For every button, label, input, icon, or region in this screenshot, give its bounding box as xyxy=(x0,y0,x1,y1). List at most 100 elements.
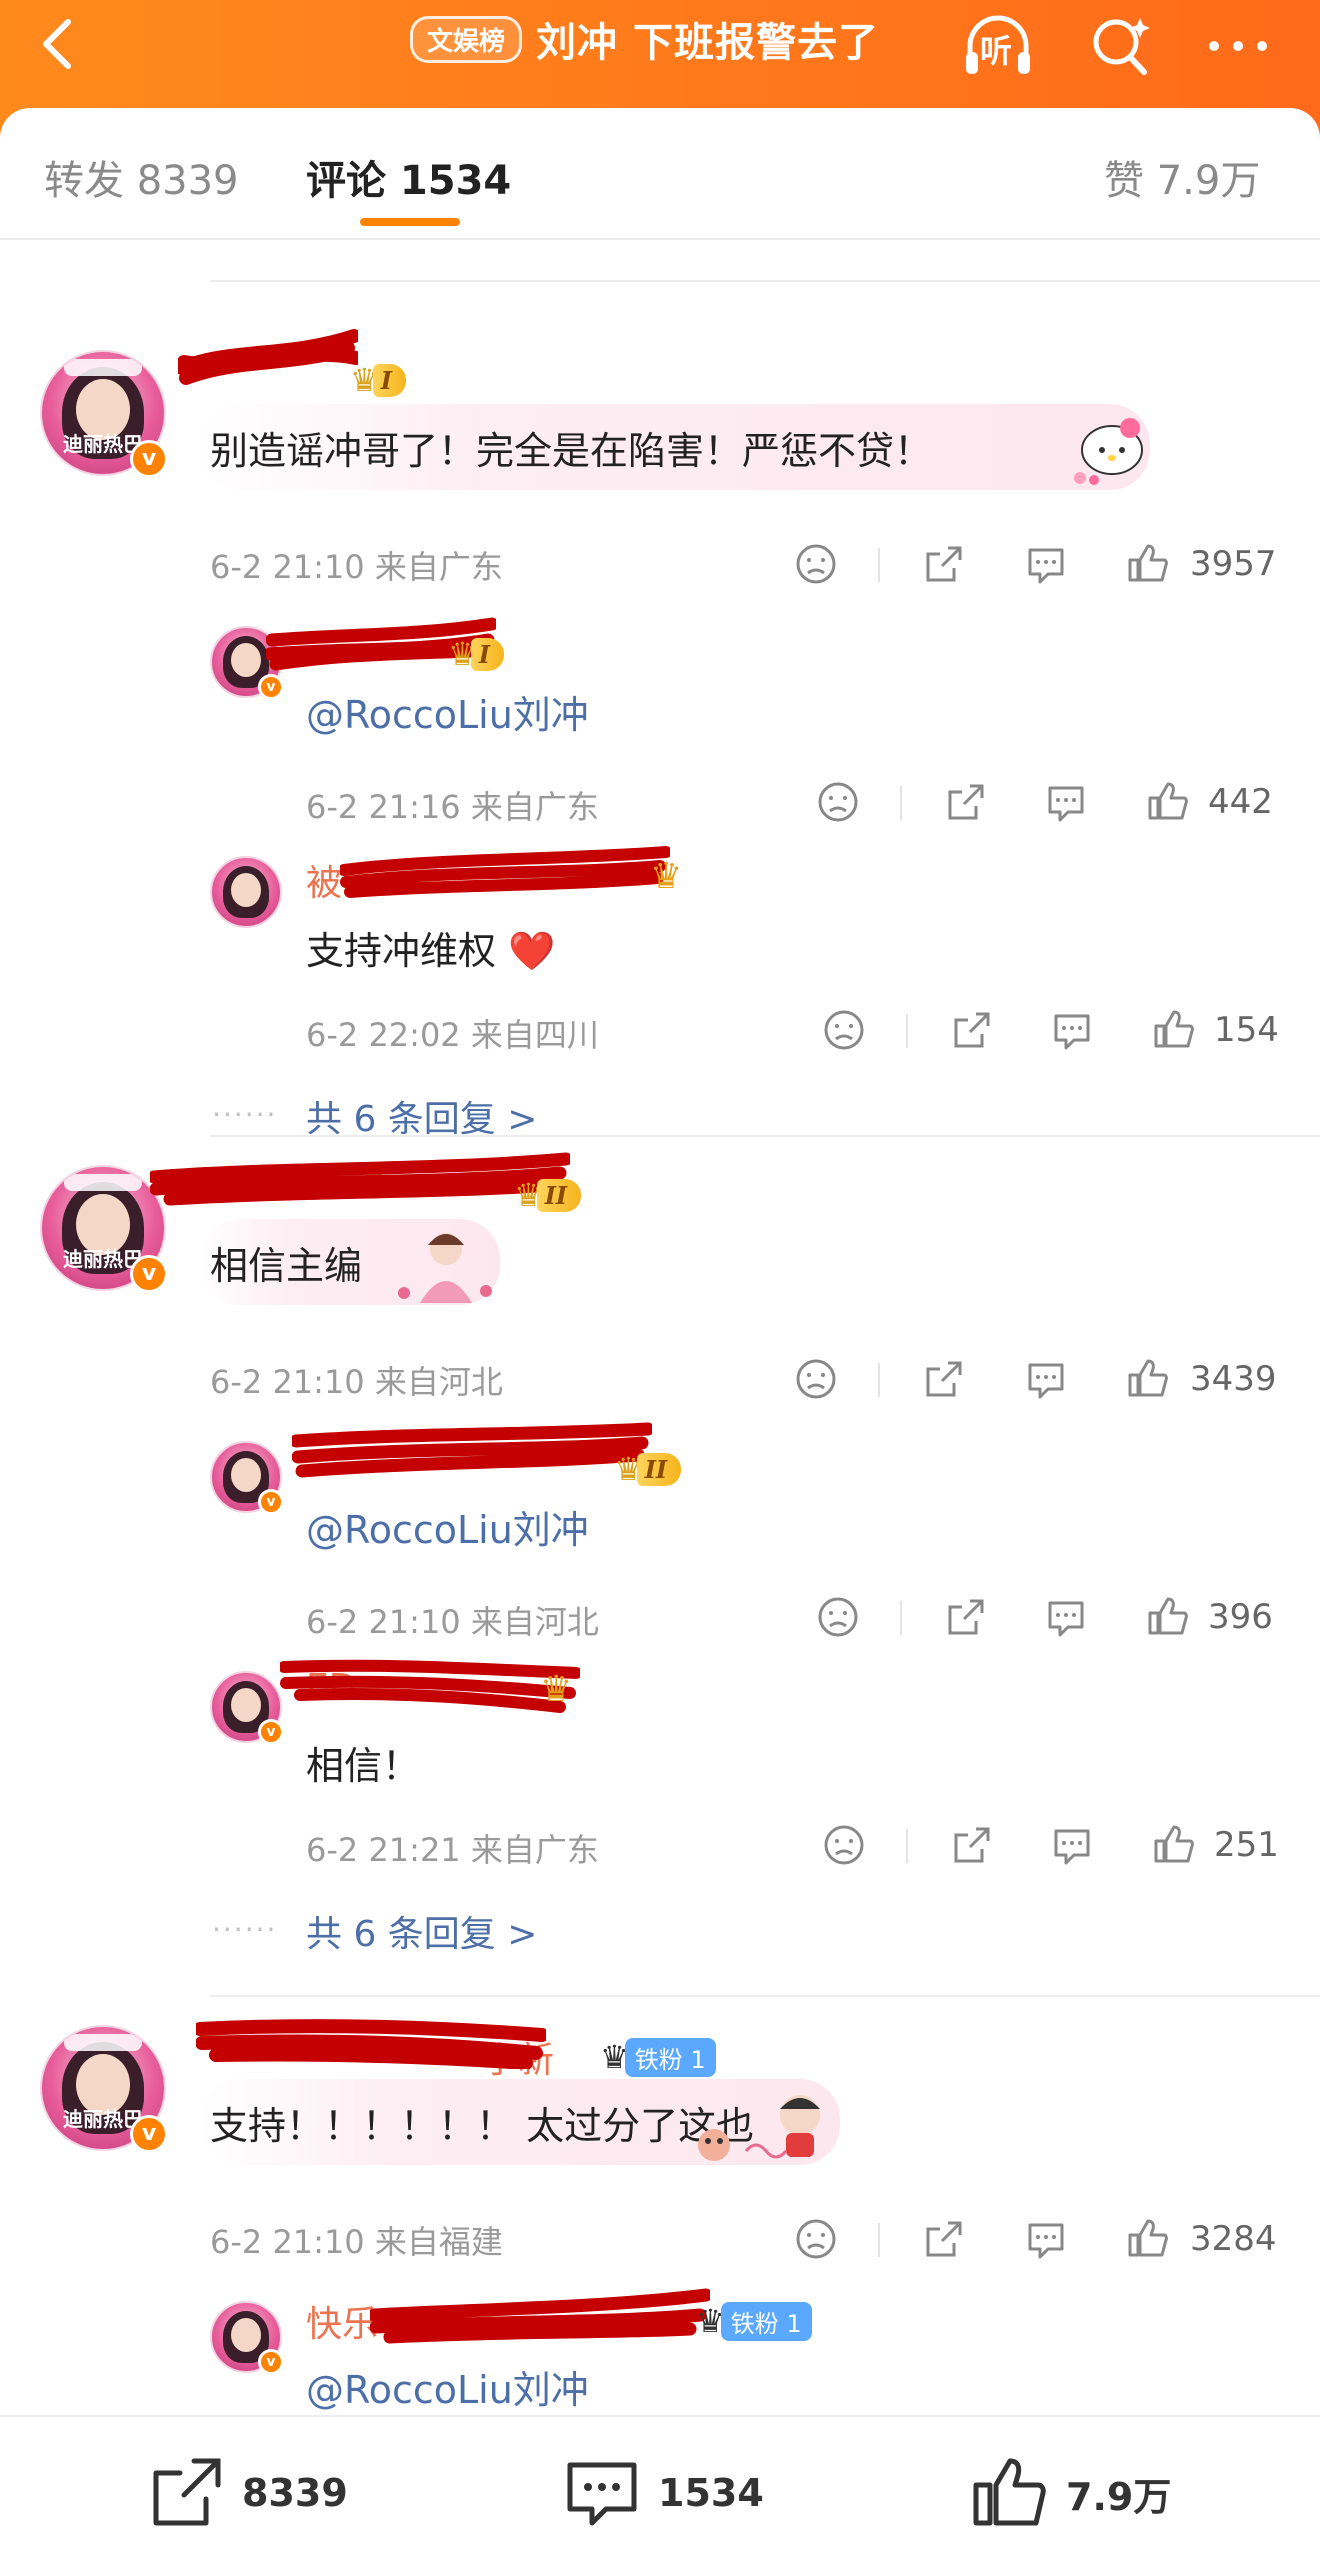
redacted-username[interactable] xyxy=(196,2009,546,2069)
share-icon[interactable] xyxy=(950,1823,994,1867)
redacted-username[interactable] xyxy=(292,1421,652,1481)
like-icon[interactable] xyxy=(1152,1823,1196,1867)
member-badge: ♛ I xyxy=(350,358,406,402)
action-separator xyxy=(900,1601,902,1635)
repost-button[interactable]: 8339 xyxy=(146,2453,348,2533)
like-icon[interactable] xyxy=(1126,1357,1170,1401)
action-separator xyxy=(878,1363,880,1397)
reply-actions: 154 xyxy=(822,1008,1302,1058)
avatar-face xyxy=(231,872,261,907)
dots-separator: ······ xyxy=(212,1098,278,1131)
redacted-username[interactable] xyxy=(150,1149,570,1209)
action-separator xyxy=(900,786,902,820)
like-icon[interactable] xyxy=(1146,780,1190,824)
share-icon[interactable] xyxy=(922,1357,966,1401)
verified-badge: v xyxy=(130,2115,168,2153)
reply-icon[interactable] xyxy=(1044,780,1088,824)
avatar-face xyxy=(231,1457,261,1492)
crown-badge-icon: ♛ xyxy=(650,856,683,897)
avatar-flowers xyxy=(63,359,143,377)
comment-actions: 3284 xyxy=(790,2217,1290,2267)
redacted-username[interactable] xyxy=(340,844,670,904)
reply-icon[interactable] xyxy=(1024,542,1068,586)
reply-icon[interactable] xyxy=(1024,2217,1068,2261)
redacted-username[interactable] xyxy=(370,2285,710,2345)
dislike-face-icon[interactable] xyxy=(816,1595,860,1639)
reply-icon[interactable] xyxy=(1024,1357,1068,1401)
search-icon[interactable] xyxy=(1082,12,1158,78)
share-icon[interactable] xyxy=(944,1595,988,1639)
comment-item[interactable]: 迪丽热巴 v ♛ II 相信主编 6-2 21:10 来自河北 3439 v ♛… xyxy=(0,1135,1320,1995)
dislike-face-icon[interactable] xyxy=(816,780,860,824)
comment-list[interactable]: 迪丽热巴 v ♛ I 别造谣冲哥了！完全是在陷害！严惩不贷！ 6-2 21:10… xyxy=(0,240,1320,2415)
verified-badge: v xyxy=(258,2349,284,2375)
comment-item[interactable]: 迪丽热巴 v 小新 ♛ 铁粉 1 支持！！！！！！ 太过分了这也 6-2 21:… xyxy=(0,1995,1320,2415)
like-icon[interactable] xyxy=(1152,1008,1196,1052)
verified-badge: v xyxy=(130,440,168,478)
verified-badge: v xyxy=(258,1489,284,1515)
like-icon[interactable] xyxy=(1126,542,1170,586)
princess-sticker-icon xyxy=(398,1233,492,1303)
redacted-username[interactable] xyxy=(280,1655,580,1715)
reply-actions: 396 xyxy=(816,1595,1296,1645)
fan-level: 铁粉 1 xyxy=(720,2301,812,2341)
fan-badge: ♛ 铁粉 1 xyxy=(696,2299,812,2343)
share-icon[interactable] xyxy=(950,1008,994,1052)
action-separator xyxy=(906,1014,908,1048)
comment-time: 6-2 21:10 来自福建 xyxy=(210,2223,503,2261)
comment-button[interactable]: 1534 xyxy=(562,2453,764,2533)
reply-icon[interactable] xyxy=(1044,1595,1088,1639)
tab-bar: 转发 8339 评论 1534 赞 7.9万 xyxy=(0,108,1320,240)
dislike-face-icon[interactable] xyxy=(822,1823,866,1867)
like-count: 442 xyxy=(1208,782,1273,822)
share-icon[interactable] xyxy=(922,542,966,586)
tab-comments[interactable]: 评论 1534 xyxy=(306,148,511,206)
like-icon[interactable] xyxy=(1126,2217,1170,2261)
reply-icon[interactable] xyxy=(1050,1823,1094,1867)
share-icon[interactable] xyxy=(922,2217,966,2261)
action-separator xyxy=(906,1829,908,1863)
comment-item[interactable]: 迪丽热巴 v ♛ I 别造谣冲哥了！完全是在陷害！严惩不贷！ 6-2 21:10… xyxy=(0,280,1320,1140)
reply-time: 6-2 22:02 来自四川 xyxy=(306,1016,599,1054)
tab-repost[interactable]: 转发 8339 xyxy=(44,148,239,206)
comment-text: 支持！！！！！！ 太过分了这也 xyxy=(210,2104,755,2148)
tab-likes[interactable]: 赞 7.9万 xyxy=(1104,148,1260,206)
rank-tag[interactable]: 文娱榜 xyxy=(410,15,523,63)
crown-badge-icon: ♛ xyxy=(540,1669,573,1710)
mention-link[interactable]: @RoccoLiu刘冲 xyxy=(306,2359,589,2414)
like-button[interactable]: 7.9万 xyxy=(970,2453,1171,2533)
listen-button[interactable]: 听 xyxy=(960,12,1036,78)
reply-avatar[interactable] xyxy=(210,856,282,928)
comment-text: 相信主编 xyxy=(210,1244,363,1288)
reply-time: 6-2 21:21 来自广东 xyxy=(306,1831,599,1869)
like-icon[interactable] xyxy=(1146,1595,1190,1639)
dislike-face-icon[interactable] xyxy=(822,1008,866,1052)
verified-badge: v xyxy=(130,1255,168,1293)
comment-time: 6-2 21:10 来自河北 xyxy=(210,1363,503,1401)
dislike-face-icon[interactable] xyxy=(794,1357,838,1401)
dislike-face-icon[interactable] xyxy=(794,542,838,586)
dislike-face-icon[interactable] xyxy=(794,2217,838,2261)
reply-icon[interactable] xyxy=(1050,1008,1094,1052)
more-replies-link[interactable]: 共 6 条回复 > xyxy=(306,1905,537,1957)
share-icon[interactable] xyxy=(944,780,988,824)
avatar-face xyxy=(231,1687,261,1722)
back-icon[interactable] xyxy=(30,14,90,74)
fan-level: 铁粉 1 xyxy=(624,2037,716,2077)
reply-time: 6-2 21:10 来自河北 xyxy=(306,1603,599,1641)
more-icon[interactable] xyxy=(1200,12,1276,78)
avatar-flowers xyxy=(63,2034,143,2052)
mention-link[interactable]: @RoccoLiu刘冲 xyxy=(306,684,589,739)
reply-username[interactable]: 快乐 xyxy=(306,2295,378,2347)
member-badge: ♛ II xyxy=(514,1173,582,1217)
mention-link[interactable]: @RoccoLiu刘冲 xyxy=(306,1499,589,1554)
reply-text: 支持冲维权 ❤️ xyxy=(306,929,556,973)
reply-username[interactable]: 被 xyxy=(306,854,342,906)
comment-time: 6-2 21:10 来自广东 xyxy=(210,548,503,586)
like-count: 3284 xyxy=(1190,2219,1277,2259)
reply-actions: 251 xyxy=(822,1823,1302,1873)
redacted-username[interactable] xyxy=(178,328,358,388)
reply-text: 相信！ xyxy=(306,1744,421,1788)
comment-count: 1534 xyxy=(658,2471,764,2515)
avatar-face xyxy=(231,642,261,677)
